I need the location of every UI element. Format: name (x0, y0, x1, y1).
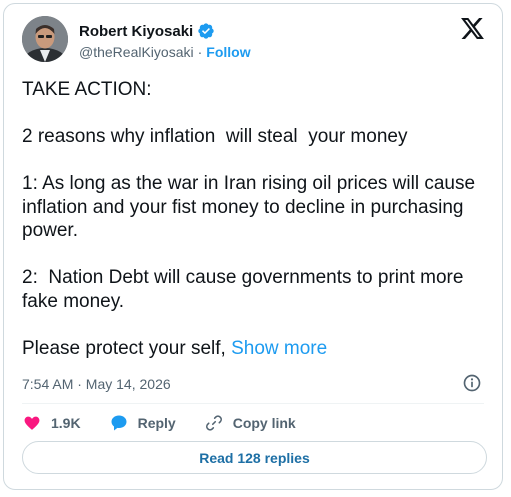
copy-link-button[interactable]: Copy link (204, 413, 296, 433)
like-button[interactable]: 1.9K (22, 413, 81, 433)
verified-badge-icon (198, 23, 214, 39)
avatar[interactable] (22, 16, 68, 62)
tweet-body: TAKE ACTION: 2 reasons why inflation wil… (22, 79, 476, 359)
avatar-image (22, 16, 68, 62)
reply-button[interactable]: Reply (109, 413, 176, 433)
tweet-text: TAKE ACTION: 2 reasons why inflation wil… (22, 78, 492, 360)
heart-icon (24, 416, 40, 430)
author-handle-row: @theRealKiyosaki · Follow (79, 44, 251, 60)
copy-link-label: Copy link (232, 415, 296, 431)
author-name[interactable]: Robert Kiyosaki (79, 23, 193, 40)
tweet-card: Robert Kiyosaki @theRealKiyosaki · Follo… (3, 3, 503, 490)
x-logo-icon[interactable] (461, 18, 484, 39)
info-icon[interactable] (462, 373, 482, 393)
link-icon (205, 415, 222, 431)
read-replies-button[interactable]: Read 128 replies (22, 441, 487, 474)
follow-button[interactable]: Follow (206, 44, 250, 60)
author-handle[interactable]: @theRealKiyosaki (79, 44, 194, 60)
speech-bubble-icon (111, 415, 127, 431)
tweet-timestamp[interactable]: 7:54 AM · May 14, 2026 (22, 376, 171, 392)
reply-label: Reply (137, 415, 176, 431)
author-name-row[interactable]: Robert Kiyosaki (79, 22, 215, 40)
read-replies-label: Read 128 replies (199, 449, 310, 466)
action-bar: 1.9K Reply Copy link (22, 413, 324, 433)
like-count: 1.9K (51, 415, 81, 431)
show-more-link[interactable]: Show more (231, 338, 327, 359)
divider (22, 403, 484, 404)
separator-dot: · (197, 44, 203, 60)
